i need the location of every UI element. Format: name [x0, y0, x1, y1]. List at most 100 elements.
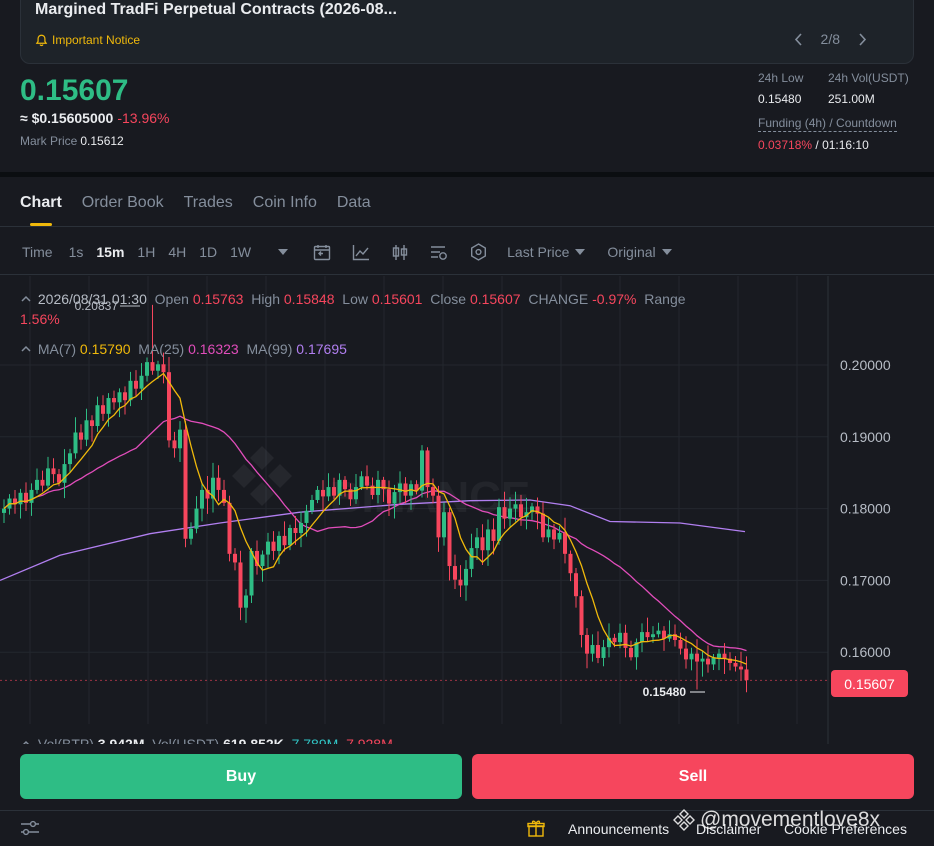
candle-body	[601, 647, 606, 658]
ohlc-open: 0.15763	[192, 291, 244, 307]
candle-body	[513, 504, 518, 509]
ohlc-open-label: Open	[154, 291, 189, 307]
mark-price-label: Mark Price	[20, 134, 78, 148]
indicator-icon[interactable]	[351, 243, 371, 261]
sliders-icon[interactable]	[20, 819, 40, 837]
candle-body	[156, 364, 160, 371]
candle-body	[563, 533, 567, 554]
usd-price-value: ≈ $0.15605000	[20, 110, 114, 126]
section-divider	[0, 172, 934, 177]
watermark-logo	[232, 446, 292, 506]
candle-body	[700, 658, 705, 662]
funding-countdown: 01:16:10	[822, 138, 869, 152]
candle-body	[464, 568, 468, 586]
last-price: 0.15607	[20, 74, 129, 107]
notice-card[interactable]: Margined TradFi Perpetual Contracts (202…	[20, 0, 914, 64]
tab-coin-info[interactable]: Coin Info	[253, 194, 317, 226]
candle-body	[651, 634, 655, 638]
tab-divider	[0, 226, 934, 227]
candle-body	[695, 653, 699, 662]
stat-vol-value: 251.00M	[828, 92, 875, 106]
candle-body	[656, 630, 661, 635]
candle-body	[425, 450, 430, 488]
chart-settings-icon[interactable]	[429, 243, 449, 261]
announcements-link[interactable]: Announcements	[568, 821, 669, 837]
candle-body	[293, 527, 298, 534]
interval-1w[interactable]: 1W	[230, 244, 251, 260]
candle-body	[387, 489, 391, 504]
current-price-tag: 0.15607	[831, 670, 908, 697]
important-notice[interactable]: Important Notice	[35, 33, 140, 47]
interval-1h[interactable]: 1H	[137, 244, 155, 260]
candle-style-icon[interactable]	[390, 243, 410, 261]
candle-body	[431, 487, 435, 496]
candle-body	[172, 440, 177, 449]
candle-body	[557, 533, 562, 540]
ohlc-low-label: Low	[342, 291, 368, 307]
tab-order-book[interactable]: Order Book	[82, 194, 164, 226]
funding-rate: 0.03718%	[758, 138, 813, 152]
candle-body	[40, 479, 45, 486]
ohlc-low: 0.15601	[371, 291, 423, 307]
candle-body	[436, 495, 441, 538]
ma25-value: 0.16323	[188, 341, 239, 357]
tab-chart[interactable]: Chart	[20, 194, 62, 226]
ohlc-datetime: 2026/08/31 01:30	[37, 291, 147, 307]
candle-body	[134, 380, 138, 389]
time-label[interactable]: Time	[22, 244, 53, 260]
notice-title[interactable]: Margined TradFi Perpetual Contracts (202…	[35, 1, 397, 19]
candle-body	[447, 512, 452, 567]
candle-body	[90, 420, 94, 427]
tab-trades[interactable]: Trades	[184, 194, 233, 226]
caret-down-icon	[575, 249, 586, 255]
candle-body	[403, 483, 408, 496]
candle-body	[227, 502, 232, 554]
candle-body	[68, 453, 72, 465]
more-intervals-icon[interactable]	[273, 243, 293, 261]
ohlc-high-label: High	[251, 291, 280, 307]
candle-body	[502, 507, 507, 519]
price-type-select[interactable]: Last Price	[507, 244, 586, 260]
candle-body	[629, 647, 633, 658]
candle-body	[238, 562, 243, 608]
candle-body	[706, 658, 710, 665]
sell-button[interactable]: Sell	[472, 754, 914, 799]
interval-1d[interactable]: 1D	[199, 244, 217, 260]
view-select[interactable]: Original	[607, 244, 672, 260]
candle-body	[717, 653, 721, 658]
collapse-chevron-icon[interactable]	[20, 344, 32, 354]
candle-body	[711, 657, 716, 665]
interval-15m[interactable]: 15m	[96, 244, 124, 260]
tab-data[interactable]: Data	[337, 194, 371, 226]
funding-info[interactable]: Funding (4h) / Countdown 0.03718% / 01:1…	[758, 116, 897, 152]
candle-body	[150, 362, 155, 371]
chevron-right-icon[interactable]	[858, 32, 867, 46]
buy-button[interactable]: Buy	[20, 754, 462, 799]
candle-body	[579, 596, 584, 635]
candle-body	[260, 554, 265, 567]
candle-body	[128, 380, 133, 401]
collapse-chevron-icon[interactable]	[20, 294, 32, 304]
gift-icon[interactable]	[527, 819, 545, 837]
funding-label[interactable]: Funding (4h) / Countdown	[758, 116, 897, 132]
toolbar-divider	[0, 274, 934, 275]
chevron-left-icon[interactable]	[794, 32, 803, 46]
candle-body	[596, 645, 600, 658]
ma7-value: 0.15790	[79, 341, 131, 357]
candle-body	[145, 362, 149, 376]
candle-body	[84, 420, 89, 440]
interval-4h[interactable]: 4H	[168, 244, 186, 260]
hexagon-settings-icon[interactable]	[468, 243, 488, 261]
y-tick-label: 0.16000	[840, 644, 891, 660]
candle-body	[194, 508, 199, 529]
candle-body	[458, 579, 463, 586]
notice-page: 2/8	[820, 31, 840, 47]
candle-body	[73, 432, 78, 454]
candle-body	[354, 487, 358, 500]
candle-body	[117, 392, 122, 403]
interval-1s[interactable]: 1s	[69, 244, 84, 260]
calendar-icon[interactable]	[312, 243, 332, 261]
candle-body	[123, 392, 127, 401]
ohlc-range-label: Range	[644, 291, 686, 307]
candle-body	[541, 513, 545, 538]
